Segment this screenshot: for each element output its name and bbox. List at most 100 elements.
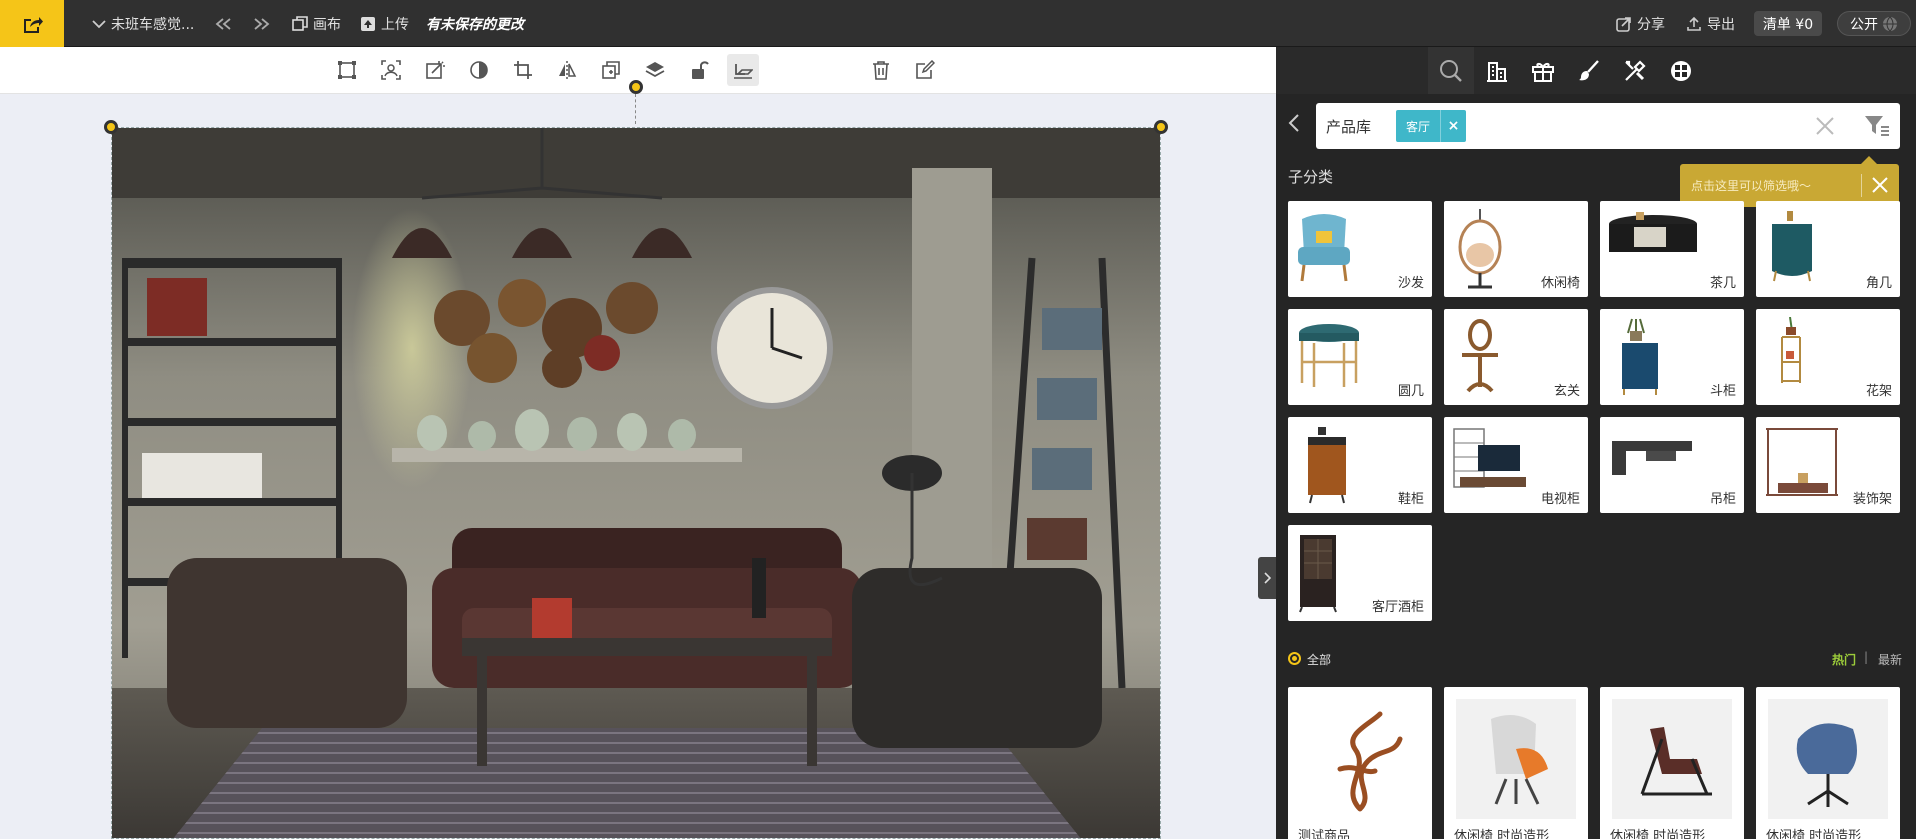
layers-icon — [645, 62, 665, 78]
filter-tag-remove[interactable]: × — [1440, 110, 1466, 142]
all-radio[interactable] — [1288, 652, 1301, 665]
room-photo[interactable] — [111, 127, 1161, 839]
wine-cabinet-icon — [1299, 535, 1337, 613]
undo-button[interactable] — [214, 0, 239, 47]
public-toggle[interactable]: 公开 — [1837, 11, 1911, 36]
shoe-cabinet-icon — [1308, 427, 1346, 504]
crop-button[interactable] — [507, 54, 539, 86]
subcategory-item-round-table[interactable]: 圆几 — [1288, 309, 1432, 405]
duplicate-button[interactable] — [595, 54, 627, 86]
lock-button[interactable] — [683, 54, 715, 86]
resize-handle-top-right[interactable] — [1154, 120, 1168, 134]
magic-edit-button[interactable] — [419, 54, 451, 86]
tab-tools[interactable] — [1612, 47, 1658, 94]
tooltip-close-button[interactable] — [1870, 175, 1890, 198]
subcategory-item-tv-cabinet[interactable]: 电视柜 — [1444, 417, 1588, 513]
sort-bar: 全部 热门 | 最新 — [1288, 649, 1904, 669]
chevron-down-icon — [92, 19, 106, 28]
all-label[interactable]: 全部 — [1307, 651, 1331, 668]
delete-button[interactable] — [865, 54, 897, 86]
subcategory-item-decor-shelf[interactable]: 装饰架 — [1756, 417, 1900, 513]
sculpture-icon — [1337, 711, 1403, 812]
filter-icon — [1865, 116, 1889, 136]
exit-icon — [24, 16, 43, 33]
edit-note-button[interactable] — [909, 54, 941, 86]
export-icon — [1687, 16, 1701, 31]
tab-search[interactable] — [1428, 47, 1474, 94]
unlock-icon — [692, 61, 709, 79]
duplicate-icon — [602, 61, 620, 79]
subcategory-item-flower-stand[interactable]: 花架 — [1756, 309, 1900, 405]
panel-tabs — [1276, 47, 1916, 94]
filter-tag: 客厅 × — [1396, 110, 1467, 142]
shadow-icon — [734, 64, 753, 79]
cutout-button[interactable] — [375, 54, 407, 86]
building-icon — [1487, 61, 1507, 82]
export-button[interactable]: 导出 — [1686, 0, 1735, 47]
grid-circle-icon — [1671, 60, 1691, 81]
product-panel: 产品库 客厅 × 点击这里可以筛选哦～ 子分类 沙发 休闲椅 茶几 角几 圆几 … — [1276, 47, 1916, 839]
product-card[interactable]: 测试商品 — [1288, 687, 1432, 839]
tab-paint[interactable] — [1566, 47, 1612, 94]
tab-templates[interactable] — [1658, 47, 1704, 94]
transform-button[interactable] — [331, 54, 363, 86]
subcategory-item-coffee-table[interactable]: 茶几 — [1600, 201, 1744, 297]
public-label: 公开 — [1850, 16, 1878, 33]
tab-gifts[interactable] — [1520, 47, 1566, 94]
subcategory-item-wine-cabinet[interactable]: 客厅酒柜 — [1288, 525, 1432, 621]
undo-icon — [215, 17, 231, 30]
tv-cabinet-icon — [1453, 428, 1526, 488]
sort-new[interactable]: 最新 — [1878, 651, 1902, 668]
redo-button[interactable] — [251, 0, 276, 47]
subcategory-item-shoe-cabinet[interactable]: 鞋柜 — [1288, 417, 1432, 513]
list-button[interactable]: 清单 ¥0 — [1754, 11, 1822, 36]
canvas-button[interactable]: 画布 — [292, 0, 341, 47]
edit-icon — [916, 60, 935, 79]
share-button[interactable]: 分享 — [1616, 0, 1665, 47]
tooltip-text: 点击这里可以筛选哦～ — [1691, 179, 1812, 193]
flip-button[interactable] — [551, 54, 583, 86]
filter-button[interactable] — [1864, 114, 1890, 142]
copy-icon — [292, 15, 308, 31]
floor-shadow-button[interactable] — [727, 54, 759, 86]
tab-brands[interactable] — [1474, 47, 1520, 94]
leather-chair-icon — [1640, 727, 1712, 796]
tools-icon — [1625, 59, 1646, 81]
subcategory-item-side-table[interactable]: 角几 — [1756, 201, 1900, 297]
sort-hot[interactable]: 热门 — [1832, 651, 1856, 668]
cutout-icon — [381, 60, 401, 80]
resize-handle-top-left[interactable] — [104, 120, 118, 134]
design-canvas[interactable] — [0, 80, 1276, 839]
gift-icon — [1532, 62, 1554, 82]
share-icon — [1616, 16, 1631, 32]
project-title-dropdown[interactable]: 未班车感觉... — [92, 0, 194, 47]
chest-icon — [1622, 318, 1658, 395]
layer-button[interactable] — [639, 54, 671, 86]
subcategory-item-wall-cabinet[interactable]: 吊柜 — [1600, 417, 1744, 513]
back-button[interactable] — [1288, 114, 1300, 136]
rotate-handle[interactable] — [629, 80, 643, 94]
subcategory-item-entryway[interactable]: 玄关 — [1444, 309, 1588, 405]
contrast-button[interactable] — [463, 54, 495, 86]
room-scene-image — [112, 128, 1160, 838]
subcategory-item-lounge-chair[interactable]: 休闲椅 — [1444, 201, 1588, 297]
chevron-left-icon — [1288, 114, 1299, 132]
share-label: 分享 — [1637, 16, 1665, 33]
subcategory-item-sofa[interactable]: 沙发 — [1288, 201, 1432, 297]
product-card[interactable]: 休闲椅 时尚造形 — [1600, 687, 1744, 839]
subcategory-item-chest[interactable]: 斗柜 — [1600, 309, 1744, 405]
product-card[interactable]: 休闲椅 时尚造形 — [1756, 687, 1900, 839]
project-title: 未班车感觉... — [111, 16, 195, 33]
crop-icon — [514, 61, 532, 79]
upload-label: 上传 — [381, 16, 409, 33]
entry-table-icon — [1462, 319, 1498, 393]
tooltip-divider — [1861, 174, 1862, 197]
exit-button[interactable] — [0, 0, 64, 47]
magic-wand-icon — [426, 61, 445, 79]
product-card[interactable]: 休闲椅 时尚造形 — [1444, 687, 1588, 839]
clear-search-button[interactable] — [1814, 115, 1836, 141]
upload-button[interactable]: 上传 — [360, 0, 409, 47]
search-input[interactable]: 产品库 客厅 × — [1316, 103, 1900, 149]
close-icon — [1872, 177, 1888, 193]
collapse-panel-button[interactable] — [1258, 557, 1276, 599]
